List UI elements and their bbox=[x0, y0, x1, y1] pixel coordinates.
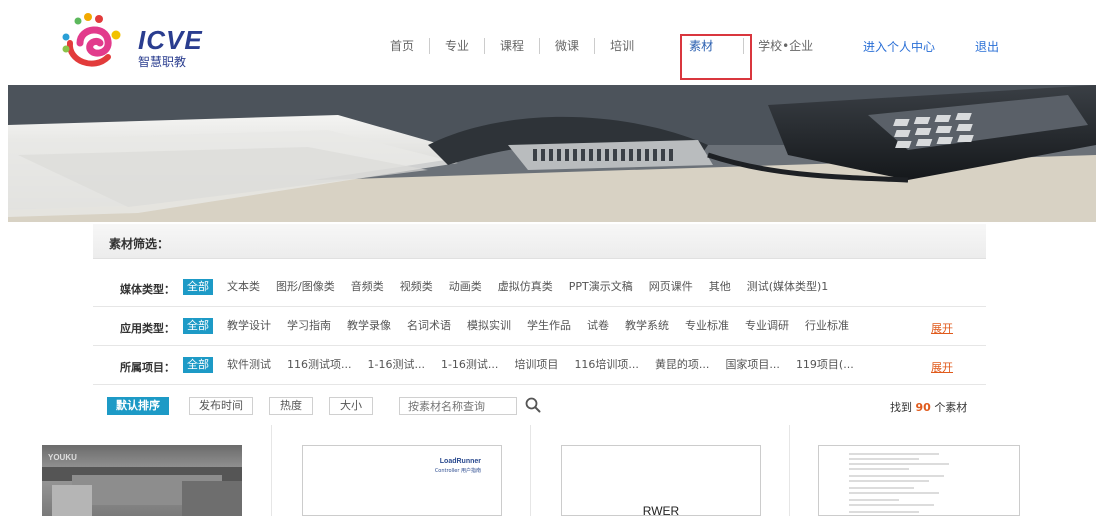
logo-text: ICVE bbox=[138, 25, 203, 55]
personal-center-link[interactable]: 进入个人中心 bbox=[863, 38, 935, 55]
video-frame-illustration bbox=[42, 467, 242, 516]
filter-option[interactable]: 虚拟仿真类 bbox=[498, 279, 553, 295]
result-count: 找到 90 个素材 bbox=[890, 399, 967, 415]
filter-option[interactable]: 1-16测试... bbox=[441, 357, 498, 373]
thumbnail-title: LoadRunner bbox=[439, 458, 481, 465]
filter-option-all[interactable]: 全部 bbox=[183, 318, 213, 334]
nav-microcourse[interactable]: 微课 bbox=[540, 38, 596, 54]
filter-title-bar: 素材筛选： bbox=[93, 224, 986, 259]
filter-row-media-type: 媒体类型： 全部 文本类 图形/图像类 音频类 视频类 动画类 虚拟仿真类 PP… bbox=[93, 269, 986, 307]
search-icon[interactable] bbox=[524, 396, 542, 414]
filter-option[interactable]: 1-16测试... bbox=[368, 357, 425, 373]
filter-option[interactable]: 音频类 bbox=[351, 279, 384, 295]
main-nav: 首页 专业 课程 微课 培训 素材 学校•企业 bbox=[375, 36, 828, 56]
document-lines-illustration bbox=[849, 453, 949, 513]
filter-option-all[interactable]: 全部 bbox=[183, 357, 213, 373]
filter-option[interactable]: 模拟实训 bbox=[467, 318, 511, 334]
result-count-number: 90 bbox=[915, 401, 931, 414]
filter-row-project: 所属项目： 全部 软件测试 116测试项... 1-16测试... 1-16测试… bbox=[93, 347, 986, 385]
resource-card[interactable]: YOUKU bbox=[40, 425, 272, 516]
resource-grid: YOUKU LoadRunner Controller 用户指南 RWER bbox=[40, 425, 1050, 516]
filter-option[interactable]: 行业标准 bbox=[805, 318, 849, 334]
filter-options-application-type: 全部 教学设计 学习指南 教学录像 名词术语 模拟实训 学生作品 试卷 教学系统… bbox=[183, 318, 865, 334]
filter-option[interactable]: 教学系统 bbox=[625, 318, 669, 334]
resource-card[interactable] bbox=[790, 425, 1050, 516]
filter-option[interactable]: 教学设计 bbox=[227, 318, 271, 334]
filter-option[interactable]: 名词术语 bbox=[407, 318, 451, 334]
filter-option[interactable]: 文本类 bbox=[227, 279, 260, 295]
filter-options-media-type: 全部 文本类 图形/图像类 音频类 视频类 动画类 虚拟仿真类 PPT演示文稿 … bbox=[183, 279, 844, 295]
search-input[interactable] bbox=[400, 398, 510, 414]
filter-option[interactable]: 网页课件 bbox=[649, 279, 693, 295]
sort-publish-time-button[interactable]: 发布时间 bbox=[189, 397, 253, 415]
filter-option[interactable]: 视频类 bbox=[400, 279, 433, 295]
filter-label-application-type: 应用类型： bbox=[120, 322, 175, 335]
nav-course[interactable]: 课程 bbox=[485, 38, 541, 54]
resource-thumbnail-document[interactable]: RWER bbox=[561, 445, 761, 516]
nav-training[interactable]: 培训 bbox=[595, 38, 649, 54]
filter-label-project: 所属项目： bbox=[120, 361, 175, 374]
nav-major[interactable]: 专业 bbox=[430, 38, 486, 54]
sort-popularity-button[interactable]: 热度 bbox=[269, 397, 313, 415]
icve-logo[interactable]: ICVE 智慧职教 bbox=[58, 13, 208, 73]
banner-image bbox=[8, 85, 1096, 222]
resource-card[interactable]: LoadRunner Controller 用户指南 bbox=[272, 425, 531, 516]
site-header: ICVE 智慧职教 首页 专业 课程 微课 培训 素材 学校•企业 进入个人中心… bbox=[0, 0, 1096, 85]
resource-card[interactable]: RWER bbox=[531, 425, 790, 516]
filter-option[interactable]: 116培训项... bbox=[574, 357, 639, 373]
sort-default-button[interactable]: 默认排序 bbox=[107, 397, 169, 415]
logo-subtitle: 智慧职教 bbox=[138, 55, 187, 69]
filter-option[interactable]: 国家项目... bbox=[725, 357, 780, 373]
active-nav-highlight bbox=[680, 34, 752, 80]
filter-row-application-type: 应用类型： 全部 教学设计 学习指南 教学录像 名词术语 模拟实训 学生作品 试… bbox=[93, 308, 986, 346]
filter-option[interactable]: 动画类 bbox=[449, 279, 482, 295]
filter-option[interactable]: 专业调研 bbox=[745, 318, 789, 334]
resource-thumbnail-document[interactable]: LoadRunner Controller 用户指南 bbox=[302, 445, 502, 516]
logout-link[interactable]: 退出 bbox=[975, 38, 999, 55]
filter-option[interactable]: 试卷 bbox=[587, 318, 609, 334]
result-count-suffix: 个素材 bbox=[934, 401, 968, 414]
filter-option[interactable]: 专业标准 bbox=[685, 318, 729, 334]
filter-option[interactable]: 119项目(... bbox=[796, 357, 854, 373]
nav-school-enterprise[interactable]: 学校•企业 bbox=[744, 38, 828, 54]
filter-option[interactable]: 图形/图像类 bbox=[276, 279, 335, 295]
sort-size-button[interactable]: 大小 bbox=[329, 397, 373, 415]
filter-option[interactable]: 其他 bbox=[709, 279, 731, 295]
search-box bbox=[399, 397, 517, 415]
logo-mark-icon bbox=[62, 13, 121, 67]
filter-option[interactable]: 116测试项... bbox=[287, 357, 352, 373]
filter-option[interactable]: 测试(媒体类型)1 bbox=[747, 279, 829, 295]
office-desk-illustration bbox=[8, 85, 1096, 222]
sort-bar: 默认排序 发布时间 热度 大小 找到 90 个素材 bbox=[93, 395, 986, 421]
filter-option[interactable]: 教学录像 bbox=[347, 318, 391, 334]
resource-thumbnail-video[interactable]: YOUKU bbox=[42, 445, 242, 516]
thumbnail-subtitle: Controller 用户指南 bbox=[434, 468, 481, 474]
filter-option[interactable]: PPT演示文稿 bbox=[569, 279, 633, 295]
filter-label-media-type: 媒体类型： bbox=[120, 283, 175, 296]
filter-title: 素材筛选： bbox=[109, 237, 170, 251]
filter-option[interactable]: 培训项目 bbox=[514, 357, 558, 373]
filter-option[interactable]: 软件测试 bbox=[227, 357, 271, 373]
filter-option[interactable]: 学习指南 bbox=[287, 318, 331, 334]
filter-option[interactable]: 学生作品 bbox=[527, 318, 571, 334]
resource-thumbnail-document[interactable] bbox=[818, 445, 1020, 516]
thumbnail-text: RWER bbox=[642, 504, 680, 516]
expand-application-type-link[interactable]: 展开 bbox=[931, 320, 953, 336]
expand-project-link[interactable]: 展开 bbox=[931, 359, 953, 375]
filter-options-project: 全部 软件测试 116测试项... 1-16测试... 1-16测试... 培训… bbox=[183, 357, 870, 373]
result-count-prefix: 找到 bbox=[890, 401, 912, 414]
filter-option[interactable]: 黄昆的项... bbox=[655, 357, 710, 373]
nav-home[interactable]: 首页 bbox=[375, 38, 431, 54]
filter-option-all[interactable]: 全部 bbox=[183, 279, 213, 295]
